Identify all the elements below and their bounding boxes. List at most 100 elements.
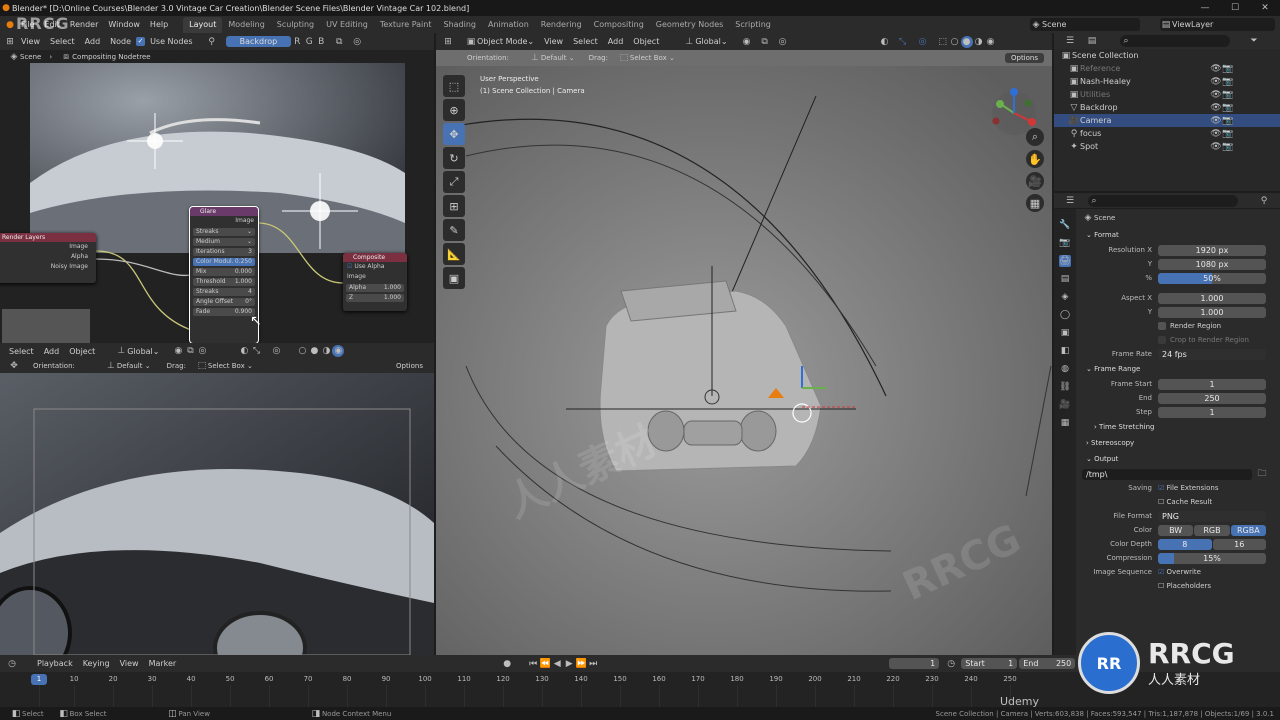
move-tool-active-icon[interactable]: ✥ [443, 123, 465, 145]
next-keyframe-icon[interactable]: ⏩ [575, 658, 587, 670]
cache-result-checkbox[interactable]: ☐ Cache Result [1158, 498, 1212, 506]
maximize-icon[interactable]: ☐ [1220, 2, 1250, 14]
visibility-eye-icon[interactable]: 👁 [1210, 128, 1222, 140]
proportional-icon[interactable]: ◎ [196, 345, 208, 357]
gizmo-icon[interactable]: ⤡ [250, 345, 262, 357]
vp-proportional-icon[interactable]: ◎ [777, 36, 789, 48]
glare-type-dropdown[interactable]: Streaks ⌄ [193, 228, 255, 236]
glare-color-modulation-field[interactable]: Color Modul. 0.250 [193, 258, 255, 266]
time-stretching-panel[interactable]: › Time Stretching [1078, 419, 1278, 435]
render-camera-icon[interactable]: 📷 [1222, 89, 1234, 101]
vp-orientation-dropdown[interactable]: ⊥ Default ⌄ [524, 52, 580, 64]
close-icon[interactable]: ✕ [1250, 2, 1280, 14]
tab-sculpting[interactable]: Sculpting [271, 17, 320, 33]
menu-help[interactable]: Help [145, 20, 173, 29]
render-camera-icon[interactable]: 📷 [1222, 63, 1234, 75]
glare-iterations-field[interactable]: Iterations 3 [193, 248, 255, 256]
jump-end-icon[interactable]: ⏭ [587, 658, 599, 670]
vp-visibility-icon[interactable]: ◐ [879, 36, 891, 48]
pan-hand-icon[interactable]: ✋ [1026, 150, 1044, 168]
composite-node[interactable]: Composite ☑ Use Alpha Image Alpha 1.000 Z… [343, 253, 407, 311]
render-layers-node[interactable]: Render Layers Image Alpha Noisy Image [0, 233, 96, 283]
glare-mix-field[interactable]: Mix 0.000 [193, 268, 255, 276]
output-alpha-socket[interactable]: Alpha [0, 252, 88, 262]
play-reverse-icon[interactable]: ◀ [551, 658, 563, 670]
viewlayer-selector[interactable]: ▤ ViewLayer [1160, 18, 1275, 31]
record-icon[interactable]: ● [501, 658, 513, 670]
vp-menu-select[interactable]: Select [568, 37, 603, 46]
vp-shading-wire-icon[interactable]: ○ [949, 36, 961, 48]
shading-solid-icon[interactable]: ● [308, 345, 320, 357]
folder-icon[interactable]: 🗀 [1256, 468, 1268, 480]
zoom-icon[interactable]: ⌕ [1026, 128, 1044, 146]
menu-window[interactable]: Window [103, 20, 145, 29]
vp2-menu-add[interactable]: Add [39, 347, 65, 356]
vp-menu-view[interactable]: View [539, 37, 568, 46]
start-frame-field[interactable]: Start 1 [961, 658, 1018, 669]
vp-shading-material-icon[interactable]: ◑ [973, 36, 985, 48]
tab-uv-editing[interactable]: UV Editing [320, 17, 374, 33]
tool-tab-icon[interactable]: 🔧 [1059, 219, 1071, 231]
collection-tab-icon[interactable]: ▣ [1059, 327, 1071, 339]
object-mode-dropdown[interactable]: ▣ Object Mode ⌄ [460, 36, 539, 48]
color-rgba-button[interactable]: RGBA [1230, 524, 1266, 536]
render-camera-icon[interactable]: 📷 [1222, 76, 1234, 88]
output-panel-header[interactable]: ⌄ Output [1078, 451, 1278, 467]
scene-tab-icon[interactable]: ◈ [1059, 291, 1071, 303]
display-mode-icon[interactable]: ▤ [1086, 35, 1098, 47]
world-tab-icon[interactable]: ◯ [1059, 309, 1071, 321]
glare-quality-dropdown[interactable]: Medium ⌄ [193, 238, 255, 246]
timeline-menu-keying[interactable]: Keying [78, 659, 115, 668]
jump-start-icon[interactable]: ⏮ [527, 658, 539, 670]
resolution-x-field[interactable]: 1920 px [1158, 244, 1266, 256]
visibility-icon[interactable]: ◐ [238, 345, 250, 357]
vp-overlay-icon[interactable]: ◎ [917, 36, 929, 48]
outliner-root[interactable]: ▣ Scene Collection [1054, 49, 1280, 62]
vp-pivot-icon[interactable]: ◉ [741, 36, 753, 48]
texture-tab-icon[interactable]: ▦ [1059, 417, 1071, 429]
glare-node[interactable]: Glare Image Streaks ⌄ Medium ⌄ Iterations 3… [189, 206, 259, 343]
visibility-eye-icon[interactable]: 👁 [1210, 63, 1222, 75]
add-cube-tool-icon[interactable]: ▣ [443, 267, 465, 289]
placeholders-checkbox[interactable]: ☐ Placeholders [1158, 582, 1211, 590]
cursor-tool-icon[interactable]: ⊕ [443, 99, 465, 121]
tab-texture-paint[interactable]: Texture Paint [374, 17, 438, 33]
outliner-editor-icon[interactable]: ☰ [1064, 35, 1076, 47]
vp2-menu-select[interactable]: Select [4, 347, 39, 356]
ortho-grid-icon[interactable]: ▦ [1026, 194, 1044, 212]
vp-drag-dropdown[interactable]: ⬚ Select Box ⌄ [613, 52, 680, 64]
minimize-icon[interactable]: — [1190, 2, 1220, 14]
current-frame-field[interactable]: 1 [889, 658, 940, 669]
object-tab-icon[interactable]: ◧ [1059, 345, 1071, 357]
compositor-node-editor[interactable]: ⊞ View Select Add Node ✓ Use Nodes ⚲ Bac… [0, 33, 434, 343]
menu-render[interactable]: Render [65, 20, 103, 29]
scale-tool-icon[interactable]: ⤢ [443, 171, 465, 193]
properties-search-input[interactable]: ⌕ [1088, 195, 1238, 207]
glare-angle-offset-field[interactable]: Angle Offset 0° [193, 298, 255, 306]
stereoscopy-panel[interactable]: › Stereoscopy [1078, 435, 1278, 451]
tab-compositing[interactable]: Compositing [588, 17, 650, 33]
camera-view-icon[interactable]: 🎥 [1026, 172, 1044, 190]
visibility-eye-icon[interactable]: 👁 [1210, 76, 1222, 88]
camera-viewport[interactable]: Select Add Object ⊥ Global ⌄ ◉ ⧉ ◎ ◐ ⤡ ◎ … [0, 343, 434, 655]
vp2-orientation-dropdown[interactable]: ⊥ Default ⌄ [100, 360, 156, 372]
prev-keyframe-icon[interactable]: ⏪ [539, 658, 551, 670]
composite-input-image[interactable]: Image [343, 272, 407, 282]
shading-wire-icon[interactable]: ○ [296, 345, 308, 357]
file-extensions-checkbox[interactable]: ☑ File Extensions [1158, 484, 1218, 492]
outliner-search-input[interactable]: ⌕ [1120, 35, 1230, 47]
composite-use-alpha[interactable]: ☑ Use Alpha [343, 262, 407, 272]
format-panel-header[interactable]: ⌄ Format [1078, 227, 1278, 243]
frame-step-field[interactable]: 1 [1158, 406, 1266, 418]
render-camera-icon[interactable]: 📷 [1222, 128, 1234, 140]
tab-rendering[interactable]: Rendering [535, 17, 588, 33]
vp2-options-dropdown[interactable]: Options [391, 362, 428, 370]
outliner-item[interactable]: ▣ Utilities 👁 📷 [1054, 88, 1280, 101]
properties-editor-icon[interactable]: ☰ [1064, 195, 1076, 207]
preview-range-icon[interactable]: ◷ [945, 658, 957, 670]
vp2-drag-dropdown[interactable]: ⬚ Select Box ⌄ [191, 360, 258, 372]
scene-selector[interactable]: ◈ Scene [1030, 18, 1140, 31]
tab-modeling[interactable]: Modeling [222, 17, 270, 33]
output-tab-icon[interactable]: 🖨 [1059, 255, 1071, 267]
shading-material-icon[interactable]: ◑ [320, 345, 332, 357]
